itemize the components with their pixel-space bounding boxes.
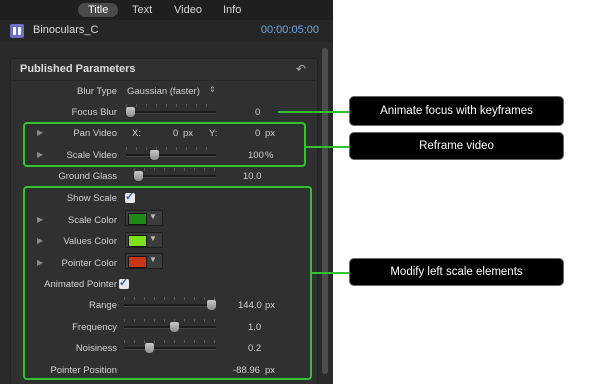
focus-blur-slider[interactable]: [126, 111, 216, 114]
popup-arrows-icon: ⇕: [209, 85, 216, 94]
callout-modify-scale: Modify left scale elements: [350, 259, 563, 285]
ground-glass-knob[interactable]: [134, 171, 143, 181]
section-divider: [10, 80, 316, 81]
tab-text[interactable]: Text: [132, 3, 152, 17]
focus-blur-knob[interactable]: [126, 107, 135, 117]
focus-blur-label: Focus Blur: [71, 107, 117, 118]
focus-connector-line: [278, 111, 350, 113]
callout-reframe-video: Reframe video: [350, 133, 563, 159]
section-header: Published Parameters ↶: [10, 58, 316, 80]
reframe-connector-line: [306, 146, 350, 148]
blur-type-popup[interactable]: Gaussian (faster): [127, 86, 200, 97]
section-title: Published Parameters: [20, 63, 136, 75]
reset-icon[interactable]: ↶: [296, 62, 306, 76]
ground-glass-label: Ground Glass: [58, 171, 117, 182]
blur-type-label: Blur Type: [77, 86, 117, 97]
tab-title[interactable]: Title: [78, 3, 119, 17]
ground-glass-ticks: [134, 168, 216, 171]
clip-name: Binoculars_C: [33, 24, 99, 36]
reframe-highlight-box: [23, 122, 306, 167]
inspector-tab-bar: Title Text Video Info: [0, 0, 333, 21]
focus-blur-value[interactable]: 0: [255, 107, 260, 118]
scale-highlight-box: [23, 186, 312, 380]
tab-video[interactable]: Video: [174, 3, 202, 17]
callout-animate-focus: Animate focus with keyframes: [350, 97, 563, 125]
clip-timecode: 00:00:05:00: [260, 24, 319, 36]
ground-glass-value[interactable]: 10.0: [243, 171, 262, 182]
ground-glass-slider[interactable]: [134, 175, 216, 178]
scrollbar-thumb[interactable]: [322, 48, 328, 374]
tab-info[interactable]: Info: [223, 3, 241, 17]
focus-blur-ticks: [126, 104, 216, 107]
title-clip-icon: [10, 24, 24, 38]
scale-connector-line: [312, 272, 350, 274]
clip-header: Binoculars_C 00:00:05:00: [0, 20, 333, 42]
